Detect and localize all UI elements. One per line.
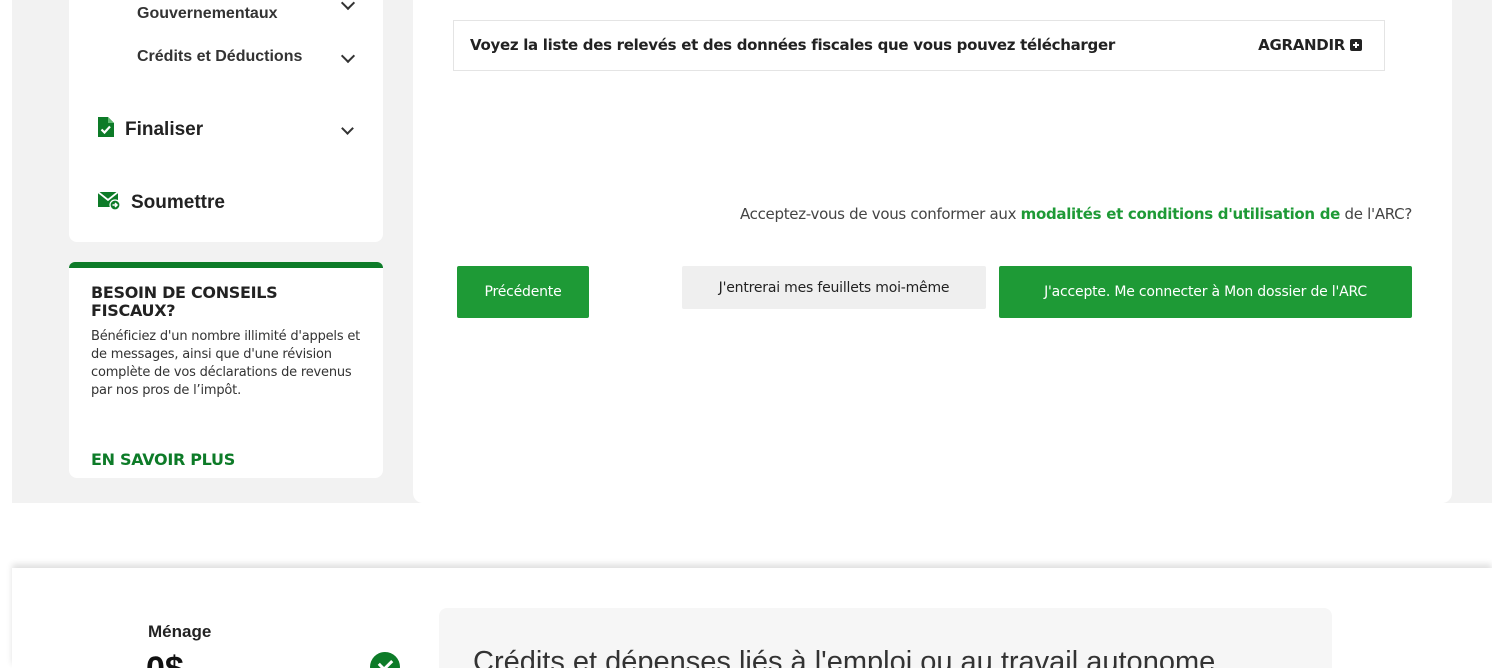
main-panel: Voyez la liste des relevés et des donnée…: [413, 0, 1452, 503]
expand-label: AGRANDIR: [1258, 36, 1345, 54]
sidebar-item-soumettre[interactable]: Soumettre: [97, 190, 225, 216]
learn-more-link[interactable]: EN SAVOIR PLUS: [91, 450, 235, 469]
terms-question: Acceptez-vous de vous conformer aux moda…: [740, 205, 1412, 223]
employment-credits-card[interactable]: Crédits et dépenses liés à l'emploi ou a…: [439, 608, 1332, 668]
document-check-icon: [97, 116, 115, 144]
terms-suffix: de l'ARC?: [1340, 205, 1413, 223]
section-title: Crédits et dépenses liés à l'emploi ou a…: [473, 646, 1216, 668]
sidebar-nav: Gouvernementaux Crédits et Déductions Fi…: [69, 0, 383, 242]
chevron-down-icon[interactable]: [340, 0, 356, 11]
downloadable-slips-text: Voyez la liste des relevés et des donnée…: [470, 36, 1115, 54]
plus-square-icon: [1350, 39, 1362, 51]
sidebar-item-finaliser[interactable]: Finaliser: [97, 116, 203, 144]
downloadable-slips-panel[interactable]: Voyez la liste des relevés et des donnée…: [453, 20, 1385, 71]
tax-advice-card: BESOIN DE CONSEILS FISCAUX? Bénéficiez d…: [69, 262, 383, 478]
household-amount: 0$: [146, 652, 184, 668]
accept-connect-button[interactable]: J'accepte. Me connecter à Mon dossier de…: [999, 266, 1412, 318]
chevron-down-icon[interactable]: [341, 122, 354, 135]
sidebar-item-label: Finaliser: [125, 119, 204, 140]
terms-prefix: Acceptez-vous de vous conformer aux: [739, 205, 1021, 223]
previous-button[interactable]: Précédente: [457, 266, 589, 318]
envelope-send-icon: [97, 190, 121, 216]
sidebar-item-gouvernementaux[interactable]: Gouvernementaux: [137, 5, 277, 23]
advice-body: Bénéficiez d'un nombre illimité d'appels…: [91, 329, 361, 398]
page: Gouvernementaux Crédits et Déductions Fi…: [0, 0, 1492, 668]
sidebar-item-credits-deductions[interactable]: Crédits et Déductions: [137, 48, 302, 66]
terms-link[interactable]: modalités et conditions d'utilisation de: [1021, 205, 1341, 223]
chevron-down-icon[interactable]: [340, 48, 356, 64]
sidebar-item-label: Soumettre: [131, 192, 225, 213]
manual-entry-button[interactable]: J'entrerai mes feuillets moi-même: [682, 266, 986, 309]
expand-button[interactable]: AGRANDIR: [1258, 36, 1362, 54]
household-label: Ménage: [148, 622, 212, 641]
advice-title: BESOIN DE CONSEILS FISCAUX?: [91, 283, 278, 320]
